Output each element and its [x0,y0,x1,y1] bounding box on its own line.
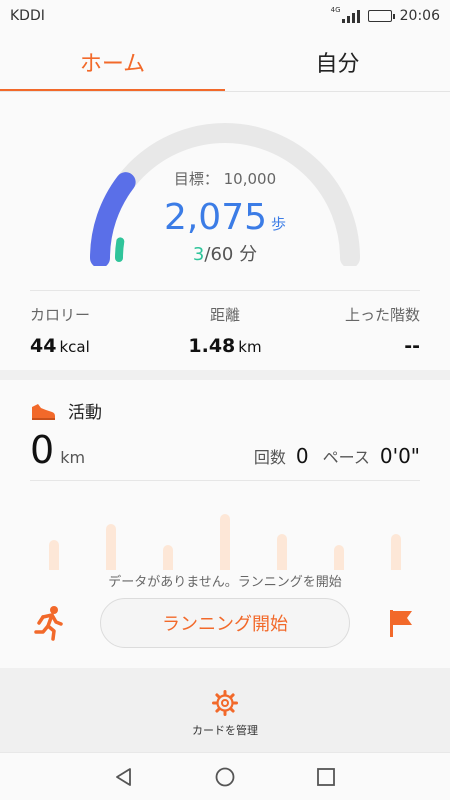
manage-cards-button[interactable]: カードを管理 [0,690,450,752]
battery-icon [367,10,395,22]
step-summary-card[interactable]: 目標： 10,000 2,075 歩 3/60 分 カロリー 44 kcal 距離 … [0,92,450,370]
stat-value: 1.48 [188,335,236,357]
placeholder-bar [334,545,344,570]
placeholder-bar [220,514,230,570]
stat-label: 距離 [209,306,240,324]
recents-icon[interactable] [315,766,337,788]
carrier-name: KDDI [10,8,45,24]
run-distance-unit: km [60,448,86,467]
run-count-label: 回数 [253,448,286,467]
stat-value: 44 [30,335,57,357]
stat-calories: カロリー 44 kcal [30,304,160,357]
placeholder-bar [277,534,287,570]
step-count-value: 2,075 [163,197,268,238]
step-count: 2,075 歩 [0,197,450,238]
system-nav-bar [0,752,450,800]
stat-label: 上った階数 [344,306,420,324]
home-icon[interactable] [214,766,236,788]
shoe-icon [32,403,55,420]
run-pace-value: 0'0" [379,444,420,468]
signal-icon: 4G [331,6,360,23]
flag-icon[interactable] [387,608,415,638]
active-minutes-value: 3 [192,244,205,265]
runner-icon[interactable] [34,605,64,641]
manage-cards-label: カードを管理 [192,724,258,737]
stat-floors: 上った階数 -- [290,304,420,357]
step-goal: 目標： 10,000 [173,170,277,188]
placeholder-bar [106,524,116,570]
stat-unit: kcal [59,338,90,356]
top-tabs: ホーム 自分 [0,32,450,92]
stats-divider [30,290,420,291]
stat-distance: 距離 1.48 km [160,304,290,357]
placeholder-bar [163,545,173,570]
active-minutes: 3/60 分 [0,240,450,266]
status-bar: KDDI 4G 20:06 [0,0,450,32]
run-distance-value: 0 [30,428,55,472]
step-count-unit: 歩 [271,215,287,233]
placeholder-bar [391,534,401,570]
no-data-message: データがありません。ランニングを開始 [108,575,342,590]
network-type: 4G [330,6,341,14]
run-pace-label: ペース [322,448,370,467]
gear-icon [212,690,238,716]
stat-label: カロリー [30,306,91,324]
stats-row: カロリー 44 kcal 距離 1.48 km 上った階数 -- [30,304,420,357]
placeholder-bar [49,540,59,570]
activity-title: 活動 [68,403,102,423]
activity-divider [30,480,420,481]
back-icon[interactable] [113,766,135,788]
active-minutes-goal: /60 分 [204,244,258,265]
start-running-button[interactable]: ランニング開始 [100,598,350,648]
stat-value: -- [404,335,420,357]
tab-home[interactable]: ホーム [0,32,225,92]
activity-placeholder-bars [0,500,450,570]
activity-card[interactable]: 活動 0 km 回数 0 ペース 0'0" データがありません。ランニングを開始… [0,380,450,668]
tab-me[interactable]: 自分 [225,32,450,92]
stat-unit: km [238,338,262,356]
clock: 20:06 [399,8,440,24]
run-count-value: 0 [295,444,309,468]
